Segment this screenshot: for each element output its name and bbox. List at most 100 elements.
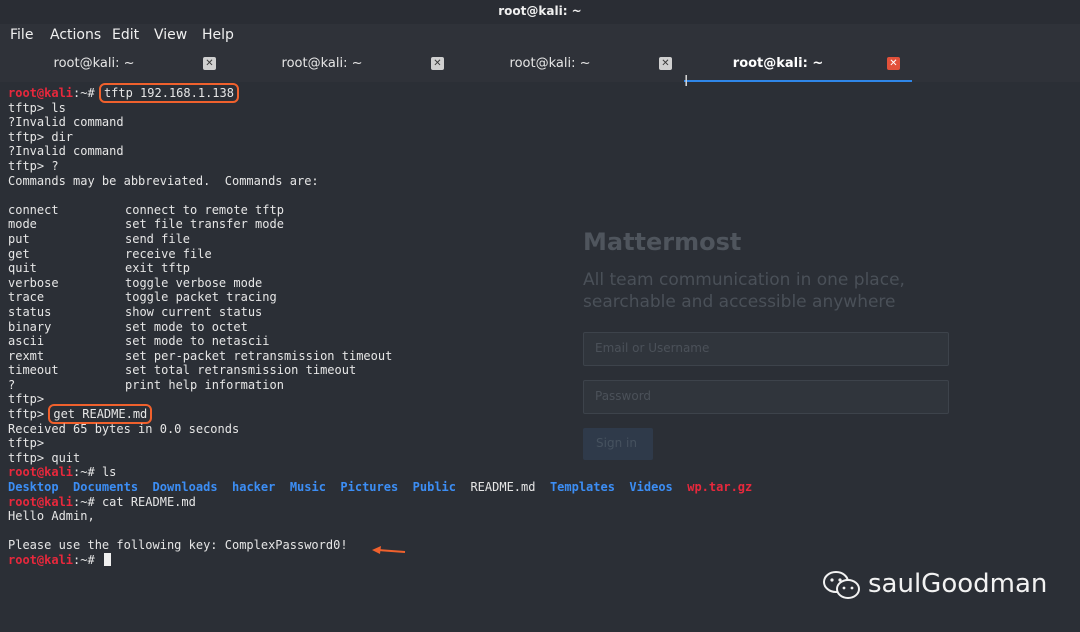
ls-file: README.md [470, 480, 536, 495]
ls-output-line: Desktop Documents Downloads hacker Music… [8, 480, 1080, 495]
command-text: quit [51, 450, 81, 465]
ls-dir: Pictures [340, 480, 399, 495]
close-icon[interactable]: ✕ [431, 57, 444, 70]
tab-label: root@kali: ~ [509, 56, 591, 71]
terminal-line: root@kali:~# tftp 192.168.1.138 [8, 83, 1080, 103]
prompt-path: :~# [73, 86, 102, 100]
help-row: ? print help information [8, 378, 1080, 393]
help-command: connect [8, 202, 59, 217]
help-command: rexmt [8, 348, 45, 363]
tab-label: root@kali: ~ [732, 56, 824, 71]
help-command: binary [8, 319, 52, 334]
menu-help[interactable]: Help [202, 27, 234, 43]
terminal-line: Please use the following key: ComplexPas… [8, 538, 348, 553]
close-icon[interactable]: ✕ [887, 57, 900, 70]
help-description: send file [125, 231, 191, 246]
ls-dir: Music [289, 480, 326, 495]
help-description: set mode to octet [125, 319, 248, 334]
tftp-prompt: tftp> [8, 450, 52, 465]
prompt-path: :~# [73, 494, 102, 509]
help-row: rexmt set per-packet retransmission timeo… [8, 349, 1080, 364]
close-icon[interactable]: ✕ [203, 57, 216, 70]
terminal-line: root@kali:~# ls [8, 465, 1080, 480]
command-text: ? [51, 158, 59, 173]
terminal-line: Hello Admin, [8, 509, 95, 524]
help-description: set per-packet retransmission timeout [125, 348, 393, 363]
help-description: print help information [125, 377, 284, 392]
terminal-line: Commands may be abbreviated. Commands ar… [8, 173, 319, 188]
help-description: connect to remote tftp [125, 202, 284, 217]
tab-1[interactable]: root@kali: ~ ✕ [0, 48, 228, 80]
prompt-user: root@kali [8, 553, 74, 567]
ls-dir: Documents [73, 480, 139, 495]
help-row: timeout set total retransmission timeout [8, 363, 1080, 378]
terminal-area[interactable]: I Mattermost All team communication in o… [0, 72, 1080, 632]
terminal-line: tftp> [8, 392, 1080, 407]
terminal-cursor [103, 553, 111, 566]
terminal-line: tftp> quit [8, 451, 1080, 466]
tab-label: root@kali: ~ [281, 56, 363, 71]
help-row: status show current status [8, 305, 1080, 320]
menu-edit[interactable]: Edit [112, 27, 139, 43]
terminal-output: root@kali:~# tftp 192.168.1.138 tftp> ls… [8, 83, 1080, 568]
help-command: verbose [8, 275, 59, 290]
help-command: ? [8, 377, 16, 392]
terminal-line: tftp> get README.md [8, 404, 1080, 425]
terminal-line: root@kali:~# cat README.md [8, 495, 1080, 510]
tab-4-active[interactable]: root@kali: ~ ✕ [684, 48, 912, 83]
command-text: cat README.md [101, 494, 196, 509]
help-description: set mode to netascii [125, 334, 270, 349]
wechat-icon [823, 571, 860, 599]
ls-dir: Videos [629, 480, 673, 495]
ls-dir: Desktop [8, 480, 59, 495]
terminal-line: ?Invalid command [8, 115, 124, 130]
menu-actions[interactable]: Actions [50, 27, 101, 43]
command-text: dir [51, 129, 74, 144]
menu-view[interactable]: View [154, 27, 187, 43]
help-description: toggle packet tracing [125, 290, 277, 305]
help-command: status [8, 304, 52, 319]
tftp-prompt: tftp> [8, 407, 52, 422]
terminal-line: root@kali:~# [8, 553, 1080, 568]
help-command: put [8, 231, 30, 246]
help-row: connect connect to remote tftp [8, 203, 1080, 218]
help-description: toggle verbose mode [125, 275, 263, 290]
help-description: exit tftp [125, 261, 191, 276]
terminal-line: tftp> ? [8, 159, 1080, 174]
help-command: mode [8, 217, 37, 232]
window-titlebar: root@kali: ~ [0, 0, 1080, 24]
help-command: timeout [8, 363, 59, 378]
terminal-line: tftp> dir [8, 130, 1080, 145]
help-row: trace toggle packet tracing [8, 290, 1080, 305]
menu-file[interactable]: File [10, 27, 33, 43]
close-icon[interactable]: ✕ [659, 57, 672, 70]
command-text: ls [101, 465, 117, 480]
prompt-user: root@kali [8, 465, 74, 480]
tftp-prompt: tftp> [8, 392, 52, 407]
help-description: show current status [125, 304, 263, 319]
tftp-prompt: tftp> [8, 436, 52, 451]
terminal-line: tftp> ls [8, 101, 1080, 116]
arrow-left-icon [372, 546, 406, 554]
help-command: quit [8, 261, 37, 276]
highlighted-command: get README.md [48, 404, 153, 425]
help-row: get receive file [8, 247, 1080, 262]
help-row: quit exit tftp [8, 261, 1080, 276]
tab-2[interactable]: root@kali: ~ ✕ [228, 48, 456, 80]
help-command: trace [8, 290, 45, 305]
ls-archive: wp.tar.gz [687, 480, 753, 495]
ls-dir: Public [412, 480, 456, 495]
tab-label: root@kali: ~ [53, 56, 135, 71]
prompt-path: :~# [73, 553, 102, 567]
terminal-line: ?Invalid command [8, 144, 124, 159]
help-description: receive file [125, 246, 212, 261]
tftp-prompt: tftp> [8, 100, 52, 115]
help-row: verbose toggle verbose mode [8, 276, 1080, 291]
window-title: root@kali: ~ [498, 4, 582, 18]
prompt-user: root@kali [8, 86, 74, 100]
help-row: ascii set mode to netascii [8, 334, 1080, 349]
tab-bar: root@kali: ~ ✕ root@kali: ~ ✕ root@kali:… [0, 48, 1080, 83]
tab-3[interactable]: root@kali: ~ ✕ [456, 48, 684, 80]
